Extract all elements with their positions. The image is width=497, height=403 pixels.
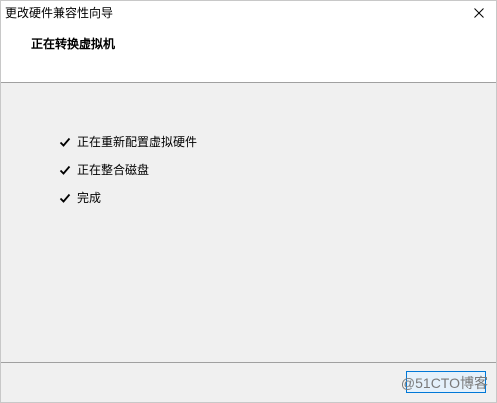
check-icon	[59, 193, 71, 203]
page-title: 正在转换虚拟机	[31, 37, 116, 51]
wizard-content: 正在重新配置虚拟硬件 正在整合磁盘 完成	[1, 83, 496, 362]
step-label: 正在整合磁盘	[77, 163, 150, 177]
window-title: 更改硬件兼容性向导	[5, 6, 114, 20]
wizard-footer: @51CTO博客	[1, 363, 496, 402]
wizard-window: 更改硬件兼容性向导 正在转换虚拟机 正在重新配置虚拟硬件 正在整合磁盘 完成 @…	[0, 0, 497, 403]
wizard-header: 正在转换虚拟机	[1, 25, 496, 83]
step-label: 正在重新配置虚拟硬件	[77, 135, 198, 149]
close-button[interactable]	[462, 1, 496, 25]
step-item-reconfigure-hardware: 正在重新配置虚拟硬件	[59, 128, 197, 156]
step-list: 正在重新配置虚拟硬件 正在整合磁盘 完成	[59, 128, 197, 212]
step-label: 完成	[77, 191, 102, 205]
title-bar: 更改硬件兼容性向导	[1, 1, 496, 25]
check-icon	[59, 165, 71, 175]
step-item-consolidate-disks: 正在整合磁盘	[59, 156, 197, 184]
close-wizard-button[interactable]	[406, 371, 486, 393]
step-item-done: 完成	[59, 184, 197, 212]
close-icon	[474, 8, 484, 18]
check-icon	[59, 137, 71, 147]
